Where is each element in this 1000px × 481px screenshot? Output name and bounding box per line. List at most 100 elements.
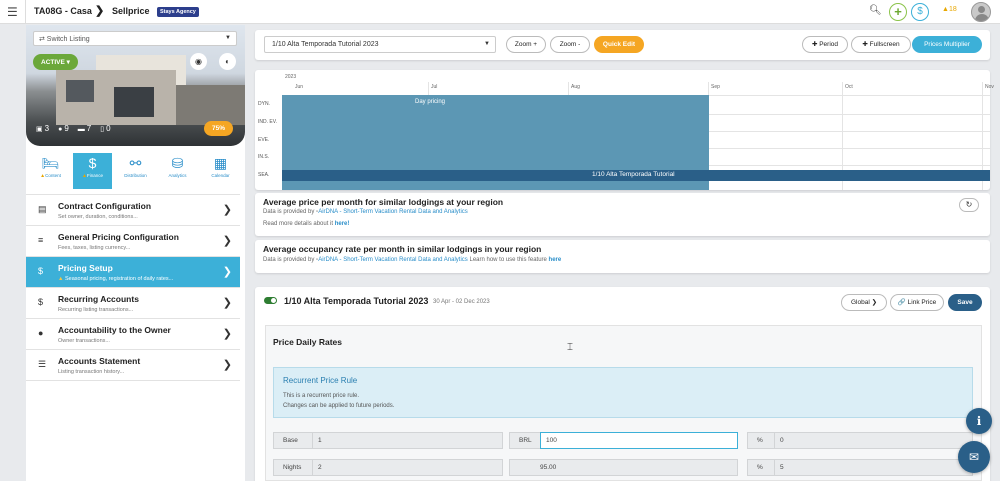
bed-icon: ▬ bbox=[77, 126, 85, 133]
menu-item-title: Contract Configuration bbox=[58, 201, 152, 211]
breadcrumb-listing[interactable]: TA08G - Casa bbox=[34, 6, 92, 16]
menu-item-accounts-statement[interactable]: ☰ Accounts Statement Listing transaction… bbox=[26, 349, 240, 381]
average-price-title: Average price per month for similar lodg… bbox=[263, 197, 504, 207]
listing-tabs: 🛏︎ ▲Content $ ▲Finance ⚯ Distribution ⛁ … bbox=[26, 153, 245, 189]
sidebar: ⇄ Switch Listing ▼ ACTIVE ▾ ◉ ◐ ▣ 3 ● 9 ▬ 7… bbox=[26, 25, 245, 481]
document-icon: ▤ bbox=[38, 204, 47, 214]
timeline-row-label: EVE. bbox=[258, 137, 270, 143]
list-icon: ☰ bbox=[38, 359, 47, 369]
learn-prefix: Learn how to use this feature bbox=[469, 257, 547, 263]
percent-label: % bbox=[747, 432, 775, 449]
help-icon[interactable]: ℹ bbox=[966, 408, 992, 434]
period-bar-label: 1/10 Alta Temporada Tutorial bbox=[592, 171, 675, 178]
learn-link[interactable]: here bbox=[549, 257, 562, 263]
switch-listing-label: ⇄ Switch Listing bbox=[39, 36, 90, 43]
rule-toggle[interactable] bbox=[264, 297, 277, 304]
brl-price-field[interactable]: 100 bbox=[540, 432, 738, 449]
alerts-count: 18 bbox=[948, 6, 957, 13]
menu-item-subtitle-text: Seasonal pricing, registration of daily … bbox=[64, 276, 174, 282]
average-occupancy-source: Data is provided by ▫AirDNA - Short-Term… bbox=[263, 257, 561, 263]
stat-baths: ▯ 0 bbox=[100, 124, 110, 133]
percent-field[interactable]: 0 bbox=[774, 432, 973, 449]
zoom-in-button[interactable]: Zoom + bbox=[506, 36, 546, 53]
room-icon: ▣ bbox=[36, 126, 43, 133]
rule-dates: 30 Apr - 02 Dec 2023 bbox=[433, 299, 490, 305]
provider-link[interactable]: AirDNA - Short-Term Vacation Rental Data… bbox=[318, 209, 468, 215]
listing-photo: ⇄ Switch Listing ▼ ACTIVE ▾ ◉ ◐ ▣ 3 ● 9 ▬ 7… bbox=[26, 25, 245, 146]
hamburger-menu-icon[interactable]: ☰ bbox=[7, 5, 18, 19]
dollar-icon[interactable]: $ bbox=[911, 3, 929, 21]
base-label: Base bbox=[273, 432, 313, 449]
chevron-right-icon: ❯ bbox=[222, 297, 232, 309]
tab-distribution[interactable]: ⚯ Distribution bbox=[116, 153, 155, 189]
chevron-right-icon: ❯ bbox=[222, 359, 232, 371]
timeline-row-label: DYN. bbox=[258, 101, 270, 107]
percent-field[interactable]: 5 bbox=[774, 459, 973, 476]
tab-analytics[interactable]: ⛁ Analytics bbox=[158, 153, 197, 189]
timeline-row-label: IND. EV. bbox=[258, 119, 277, 125]
breadcrumb-page: Sellprice bbox=[112, 6, 150, 16]
link-price-button[interactable]: 🔗 Link Price bbox=[890, 294, 944, 311]
agency-badge: Stays Agency bbox=[157, 7, 199, 17]
menu-item-contract[interactable]: ▤ Contract Configuration Set owner, dura… bbox=[26, 194, 240, 226]
timeline-month: Nov bbox=[985, 84, 994, 90]
tab-content[interactable]: 🛏︎ ▲Content bbox=[31, 153, 70, 189]
chevron-right-icon: ❯ bbox=[222, 204, 232, 216]
period-select[interactable]: 1/10 Alta Temporada Tutorial 2023 ▼ bbox=[264, 36, 496, 53]
prices-multiplier-button[interactable]: Prices Multiplier bbox=[912, 36, 982, 53]
average-occupancy-panel: Average occupancy rate per month in simi… bbox=[255, 240, 990, 273]
save-button[interactable]: Save bbox=[948, 294, 982, 311]
stat-beds: ▬ 7 bbox=[78, 124, 91, 133]
search-icon[interactable]: 🔍︎ bbox=[869, 5, 882, 16]
gallery-icon[interactable]: ◐ bbox=[219, 53, 236, 70]
add-icon[interactable]: + bbox=[889, 3, 907, 21]
global-button[interactable]: Global ❯ bbox=[841, 294, 887, 311]
alerts-button[interactable]: ▲18 bbox=[942, 6, 957, 13]
house-window bbox=[66, 80, 94, 102]
timeline-year: 2023 bbox=[285, 74, 297, 80]
bed-icon: 🛏︎ bbox=[41, 155, 60, 171]
base-field[interactable]: 1 bbox=[312, 432, 503, 449]
camera-icon[interactable]: ◉ bbox=[190, 53, 207, 70]
menu-item-pricing-setup[interactable]: $ Pricing Setup ▲ Seasonal pricing, regi… bbox=[26, 256, 240, 288]
provider-link[interactable]: AirDNA - Short-Term Vacation Rental Data… bbox=[318, 257, 468, 263]
menu-item-general-pricing[interactable]: ≡ General Pricing Configuration Fees, ta… bbox=[26, 225, 240, 257]
tab-label: Calendar bbox=[211, 173, 230, 178]
mouse-cursor-icon: ⌶ bbox=[567, 342, 573, 353]
switch-listing-select[interactable]: ⇄ Switch Listing ▼ bbox=[33, 31, 237, 46]
timeline-month: Jul bbox=[431, 84, 438, 90]
timeline-month: Oct bbox=[845, 84, 853, 90]
top-bar: ☰ TA08G - Casa ❯ Sellprice Stays Agency … bbox=[0, 0, 1000, 24]
dollar-icon: $ bbox=[88, 155, 97, 171]
tab-finance[interactable]: $ ▲Finance bbox=[73, 153, 112, 189]
refresh-icon[interactable]: ↻ bbox=[959, 198, 979, 212]
recurrent-rule-line: This is a recurrent price rule. bbox=[283, 393, 360, 399]
menu-item-subtitle: Set owner, duration, conditions... bbox=[58, 214, 138, 220]
add-period-button[interactable]: ✚ Period bbox=[802, 36, 848, 53]
tab-calendar[interactable]: ▦ Calendar bbox=[201, 153, 240, 189]
finance-menu: ▤ Contract Configuration Set owner, dura… bbox=[26, 194, 240, 381]
more-link[interactable]: here! bbox=[335, 221, 350, 227]
menu-item-title: Pricing Setup bbox=[58, 263, 113, 273]
zoom-out-button[interactable]: Zoom - bbox=[550, 36, 590, 53]
menu-item-subtitle: Fees, taxes, listing currency... bbox=[58, 245, 131, 251]
timeline-row-label: SEA. bbox=[258, 172, 270, 178]
quick-edit-button[interactable]: Quick Edit bbox=[594, 36, 644, 53]
menu-item-accountability[interactable]: ● Accountability to the Owner Owner tran… bbox=[26, 318, 240, 350]
nights-field[interactable]: 2 bbox=[312, 459, 503, 476]
chat-icon[interactable]: ✉ bbox=[958, 441, 990, 473]
menu-item-recurring-accounts[interactable]: $ Recurring Accounts Recurring listing t… bbox=[26, 287, 240, 319]
source-prefix: Data is provided by bbox=[263, 257, 315, 263]
nights-price-field[interactable]: 95.00 bbox=[509, 459, 738, 476]
timeline-month: Jun bbox=[295, 84, 304, 90]
sliders-icon: ≡ bbox=[38, 235, 44, 245]
avatar[interactable] bbox=[971, 2, 991, 22]
status-dropdown[interactable]: ACTIVE ▾ bbox=[33, 54, 78, 70]
brl-label: BRL bbox=[509, 432, 542, 449]
fullscreen-button[interactable]: ✚ Fullscreen bbox=[851, 36, 911, 53]
tab-label: Content bbox=[45, 173, 61, 178]
guests-count: 9 bbox=[64, 124, 69, 133]
baths-count: 0 bbox=[106, 124, 111, 133]
menu-item-subtitle: ▲ Seasonal pricing, registration of dail… bbox=[58, 276, 173, 282]
tab-label: Distribution bbox=[124, 173, 147, 178]
